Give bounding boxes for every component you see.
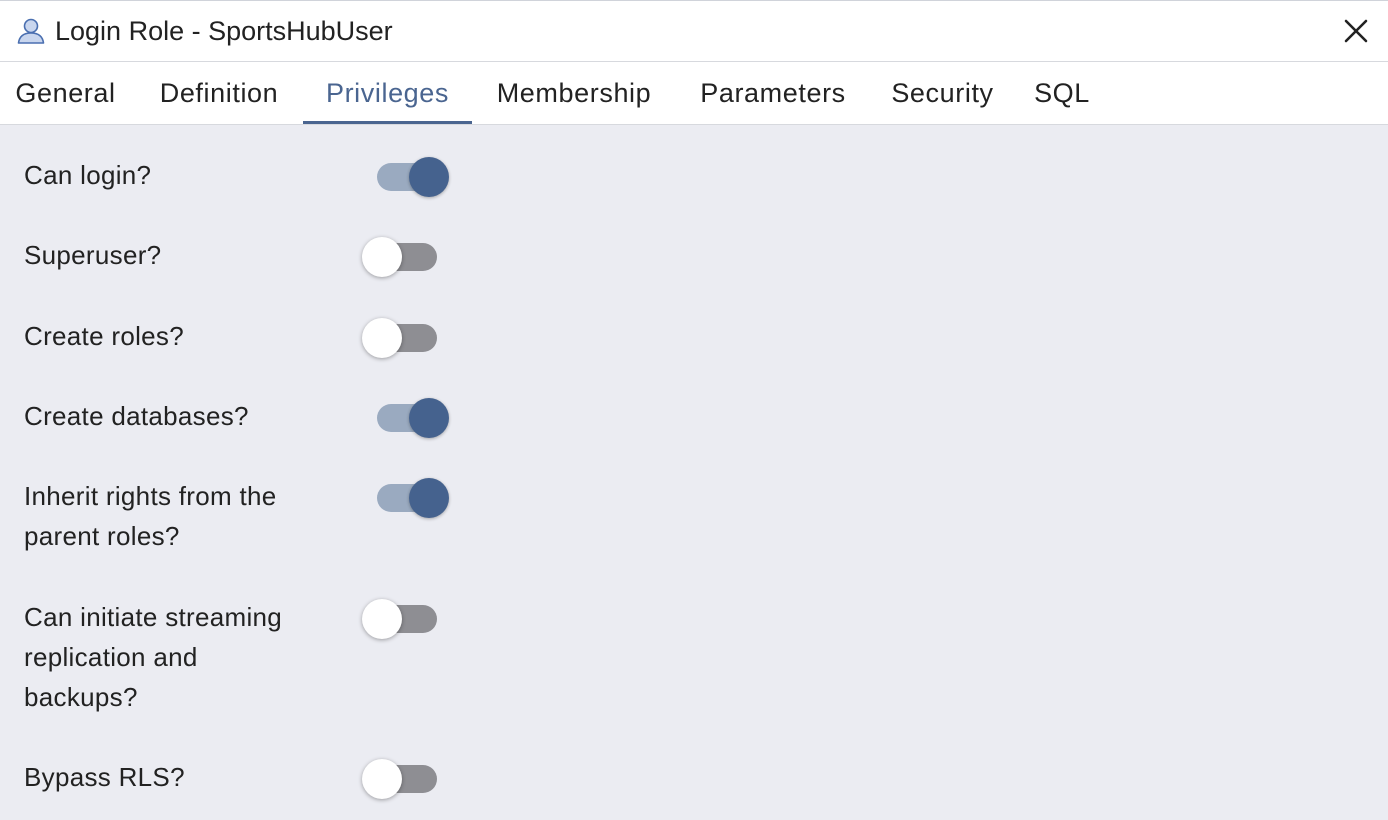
tab-sql[interactable]: SQL (1022, 62, 1102, 124)
dialog-title: Login Role - SportsHubUser (55, 16, 393, 46)
close-icon[interactable] (1340, 15, 1372, 47)
switch-thumb (409, 398, 449, 438)
switch-thumb (409, 157, 449, 197)
tab-general[interactable]: General (0, 62, 131, 124)
tab-membership[interactable]: Membership (478, 62, 670, 124)
switch-thumb (362, 237, 402, 277)
tab-security[interactable]: Security (876, 62, 1009, 124)
login-role-dialog: Login Role - SportsHubUser General Defin… (0, 0, 1388, 820)
create-roles-label: Create roles? (24, 321, 184, 351)
replication-label: Can initiate streaming replication and b… (24, 602, 283, 712)
bypass-rls-switch[interactable] (362, 752, 452, 799)
tab-definition[interactable]: Definition (139, 62, 299, 124)
can-login-label: Can login? (24, 160, 152, 190)
bypass-rls-label: Bypass RLS? (24, 762, 185, 792)
tab-privileges[interactable]: Privileges (303, 62, 472, 124)
superuser-switch[interactable] (362, 230, 452, 277)
superuser-label: Superuser? (24, 240, 162, 270)
tab-parameters[interactable]: Parameters (684, 62, 862, 124)
create-databases-switch[interactable] (377, 391, 467, 438)
user-icon (17, 18, 45, 44)
switch-thumb (362, 599, 402, 639)
privileges-panel: Can login? Superuser? Create roles? Crea… (0, 125, 1388, 820)
switch-thumb (409, 478, 449, 518)
tab-bar: General Definition Privileges Membership… (0, 62, 1388, 125)
inherit-rights-switch[interactable] (377, 471, 467, 518)
create-roles-switch[interactable] (362, 311, 452, 358)
switch-thumb (362, 318, 402, 358)
create-databases-label: Create databases? (24, 401, 249, 431)
replication-switch[interactable] (362, 592, 452, 639)
can-login-switch[interactable] (377, 150, 467, 197)
dialog-titlebar: Login Role - SportsHubUser (0, 1, 1388, 62)
switch-thumb (362, 759, 402, 799)
inherit-rights-label: Inherit rights from the parent roles? (24, 481, 277, 551)
